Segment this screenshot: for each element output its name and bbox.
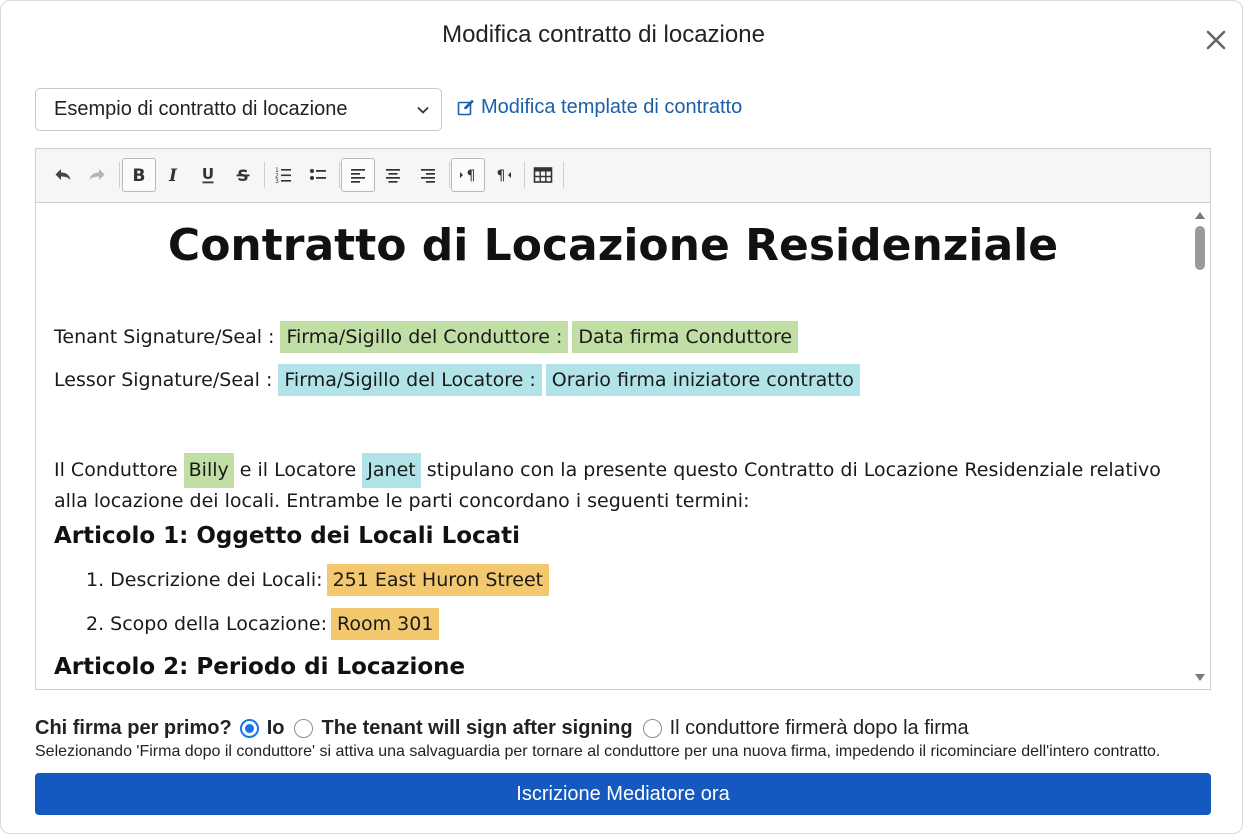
premises-description-label: 1. Descrizione dei Locali:	[86, 569, 323, 591]
intro-text-2: e il Locatore	[239, 459, 357, 481]
svg-text:I: I	[168, 166, 178, 185]
align-left-button[interactable]	[341, 158, 375, 192]
submit-button[interactable]: Iscrizione Mediatore ora	[35, 773, 1211, 815]
edit-lease-modal: Modifica contratto di locazione Esempio …	[0, 0, 1243, 834]
lessor-signature-field[interactable]: Firma/Sigillo del Locatore :	[278, 364, 542, 396]
svg-text:3: 3	[275, 178, 279, 185]
scroll-thumb[interactable]	[1195, 226, 1205, 270]
lessor-time-field[interactable]: Orario firma iniziatore contratto	[545, 364, 860, 396]
rtl-button[interactable]: ¶	[486, 158, 520, 192]
unordered-list-icon	[310, 169, 326, 180]
align-center-button[interactable]	[376, 158, 410, 192]
list-item: 1. Descrizione dei Locali: 251 East Huro…	[86, 564, 550, 596]
lessor-signature-line: Lessor Signature/Seal : Firma/Sigillo de…	[54, 364, 860, 396]
toolbar-separator	[264, 162, 265, 188]
align-right-icon	[421, 169, 435, 183]
align-left-icon	[351, 169, 365, 183]
undo-button[interactable]	[46, 158, 80, 192]
bold-button[interactable]: B	[122, 158, 156, 192]
ordered-list-button[interactable]: 123	[266, 158, 300, 192]
ltr-button[interactable]: ¶	[451, 158, 485, 192]
strikethrough-button[interactable]: S	[226, 158, 260, 192]
editor-scrollbar[interactable]	[1190, 204, 1210, 689]
toolbar-separator	[339, 162, 340, 188]
signing-option-tenant-after-label: The tenant will sign after signing	[321, 717, 633, 739]
article-2-heading: Articolo 2: Periodo di Locazione	[54, 654, 466, 680]
template-select-value: Esempio di contratto di locazione	[54, 98, 348, 120]
unordered-list-button[interactable]	[301, 158, 335, 192]
radio-conduttore-after[interactable]	[642, 719, 662, 738]
redo-button[interactable]	[80, 158, 114, 192]
contract-template-select[interactable]: Esempio di contratto di locazione	[35, 88, 442, 131]
signing-order-question: Chi firma per primo?	[35, 717, 232, 739]
document-title: Contratto di Locazione Residenziale	[167, 220, 1059, 271]
close-icon	[1206, 30, 1226, 50]
tenant-signature-line: Tenant Signature/Seal : Firma/Sigillo de…	[54, 321, 799, 353]
ltr-icon: ¶	[460, 168, 476, 184]
article-1-heading: Articolo 1: Oggetto dei Locali Locati	[54, 523, 521, 549]
chevron-down-icon	[417, 106, 429, 114]
signing-order-note: Selezionando 'Firma dopo il conduttore' …	[35, 743, 1161, 760]
svg-text:¶: ¶	[467, 168, 476, 184]
toolbar-separator	[524, 162, 525, 188]
strikethrough-icon: S	[236, 166, 250, 185]
signing-option-conduttore-after[interactable]: Il conduttore firmerà dopo la firma	[642, 717, 969, 740]
ordered-list-icon: 123	[275, 167, 291, 185]
editor-toolbar: B I U S 123 ¶ ¶	[36, 149, 1210, 203]
toolbar-separator	[119, 162, 120, 188]
align-center-icon	[386, 169, 400, 183]
close-button[interactable]	[1201, 25, 1231, 55]
edit-template-label: Modifica template di contratto	[481, 96, 743, 118]
svg-text:B: B	[133, 166, 146, 185]
redo-icon	[89, 169, 105, 180]
svg-text:¶: ¶	[497, 168, 506, 184]
signing-option-tenant-after[interactable]: The tenant will sign after signing	[294, 717, 633, 740]
undo-icon	[55, 169, 71, 180]
italic-button[interactable]: I	[156, 158, 190, 192]
premises-description-field[interactable]: 251 East Huron Street	[326, 564, 550, 596]
radio-me[interactable]	[239, 719, 259, 738]
editor-content[interactable]: Contratto di Locazione Residenziale Tena…	[36, 204, 1190, 689]
table-icon	[533, 167, 553, 183]
signing-option-me-label: Io	[266, 717, 285, 739]
italic-icon: I	[168, 166, 178, 185]
rich-text-editor: B I U S 123 ¶ ¶ Contratto di Locazione R…	[35, 148, 1211, 690]
edit-template-link[interactable]: Modifica template di contratto	[457, 96, 742, 119]
scroll-up-icon[interactable]	[1194, 210, 1206, 220]
modal-title: Modifica contratto di locazione	[442, 21, 765, 48]
lease-purpose-field[interactable]: Room 301	[331, 608, 440, 640]
svg-text:U: U	[202, 165, 214, 183]
tenant-signature-field[interactable]: Firma/Sigillo del Conduttore :	[280, 321, 569, 353]
radio-tenant-after[interactable]	[294, 719, 314, 738]
underline-button[interactable]: U	[191, 158, 225, 192]
tenant-name-field[interactable]: Billy	[183, 453, 234, 488]
signing-order-group: Chi firma per primo? Io The tenant will …	[35, 717, 979, 740]
intro-paragraph: Il Conduttore Billy e il Locatore Janet …	[54, 453, 1174, 515]
scroll-down-icon[interactable]	[1194, 673, 1206, 683]
list-item: 2. Scopo della Locazione: Room 301	[86, 608, 440, 640]
signing-option-me[interactable]: Io	[239, 717, 285, 740]
toolbar-separator	[449, 162, 450, 188]
align-right-button[interactable]	[411, 158, 445, 192]
tenant-date-field[interactable]: Data firma Conduttore	[572, 321, 799, 353]
edit-icon	[457, 99, 474, 115]
lease-purpose-label: 2. Scopo della Locazione:	[86, 613, 327, 635]
lessor-signature-label: Lessor Signature/Seal :	[54, 369, 273, 391]
signing-option-conduttore-after-label: Il conduttore firmerà dopo la firma	[669, 717, 969, 739]
bold-icon: B	[133, 166, 146, 185]
rtl-icon: ¶	[497, 168, 511, 184]
toolbar-separator	[563, 162, 564, 188]
tenant-signature-label: Tenant Signature/Seal :	[54, 326, 275, 348]
underline-icon: U	[202, 165, 214, 184]
table-button[interactable]	[526, 158, 560, 192]
lessor-name-field[interactable]: Janet	[362, 453, 421, 488]
intro-text-1: Il Conduttore	[54, 459, 178, 481]
